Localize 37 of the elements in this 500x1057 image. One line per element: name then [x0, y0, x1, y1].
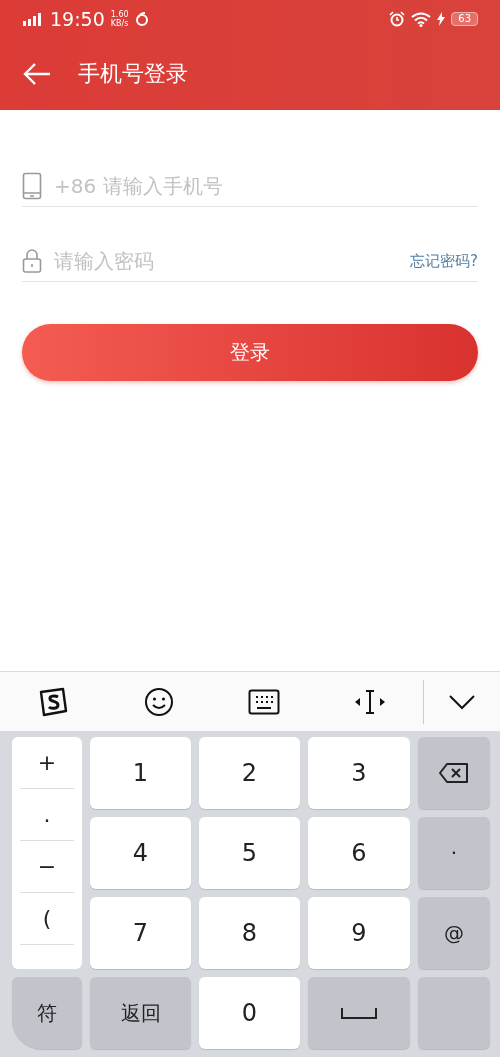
- backspace-icon: [438, 762, 470, 784]
- forgot-password-link[interactable]: 忘记密码?: [410, 251, 478, 271]
- keyboard-key[interactable]: 6: [308, 817, 410, 889]
- network-speed: 1.60 KB/s: [110, 10, 129, 28]
- status-time: 19:50: [50, 8, 105, 30]
- keyboard-key[interactable]: 2: [199, 737, 300, 809]
- keyboard-key[interactable]: 5: [199, 817, 300, 889]
- keyboard-key[interactable]: 返回: [90, 977, 191, 1049]
- password-input-field[interactable]: 请输入密码: [52, 248, 401, 274]
- signal-icon: [22, 11, 44, 27]
- phone-input-field[interactable]: +86 请输入手机号: [52, 173, 478, 199]
- battery-level: 63: [451, 12, 478, 26]
- keyboard-key[interactable]: 3: [308, 737, 410, 809]
- wifi-icon: [411, 11, 432, 27]
- login-button[interactable]: 登录: [22, 324, 478, 381]
- symbol-key[interactable]: +: [20, 737, 74, 789]
- back-arrow-icon[interactable]: [22, 62, 52, 86]
- keyboard-key[interactable]: 0: [199, 977, 300, 1049]
- keyboard-key[interactable]: 符: [12, 977, 82, 1049]
- backspace-key[interactable]: [418, 737, 490, 809]
- phone-icon: [22, 172, 42, 200]
- symbol-key[interactable]: .: [20, 789, 74, 841]
- keyboard-key[interactable]: 4: [90, 817, 191, 889]
- space-icon: [341, 1007, 377, 1019]
- page-title: 手机号登录: [78, 60, 188, 88]
- keyboard-key[interactable]: ·: [418, 817, 490, 889]
- keyboard-key[interactable]: 7: [90, 897, 191, 969]
- symbol-key[interactable]: −: [20, 841, 74, 893]
- symbol-key[interactable]: (: [20, 893, 74, 945]
- keyboard-key[interactable]: 1: [90, 737, 191, 809]
- lock-icon: [22, 248, 42, 274]
- app-notification-icon: [134, 12, 149, 26]
- keyboard-key[interactable]: 9: [308, 897, 410, 969]
- keyboard-key[interactable]: 8: [199, 897, 300, 969]
- charging-icon: [437, 12, 446, 26]
- keyboard-key[interactable]: @: [418, 897, 490, 969]
- alarm-icon: [389, 11, 406, 27]
